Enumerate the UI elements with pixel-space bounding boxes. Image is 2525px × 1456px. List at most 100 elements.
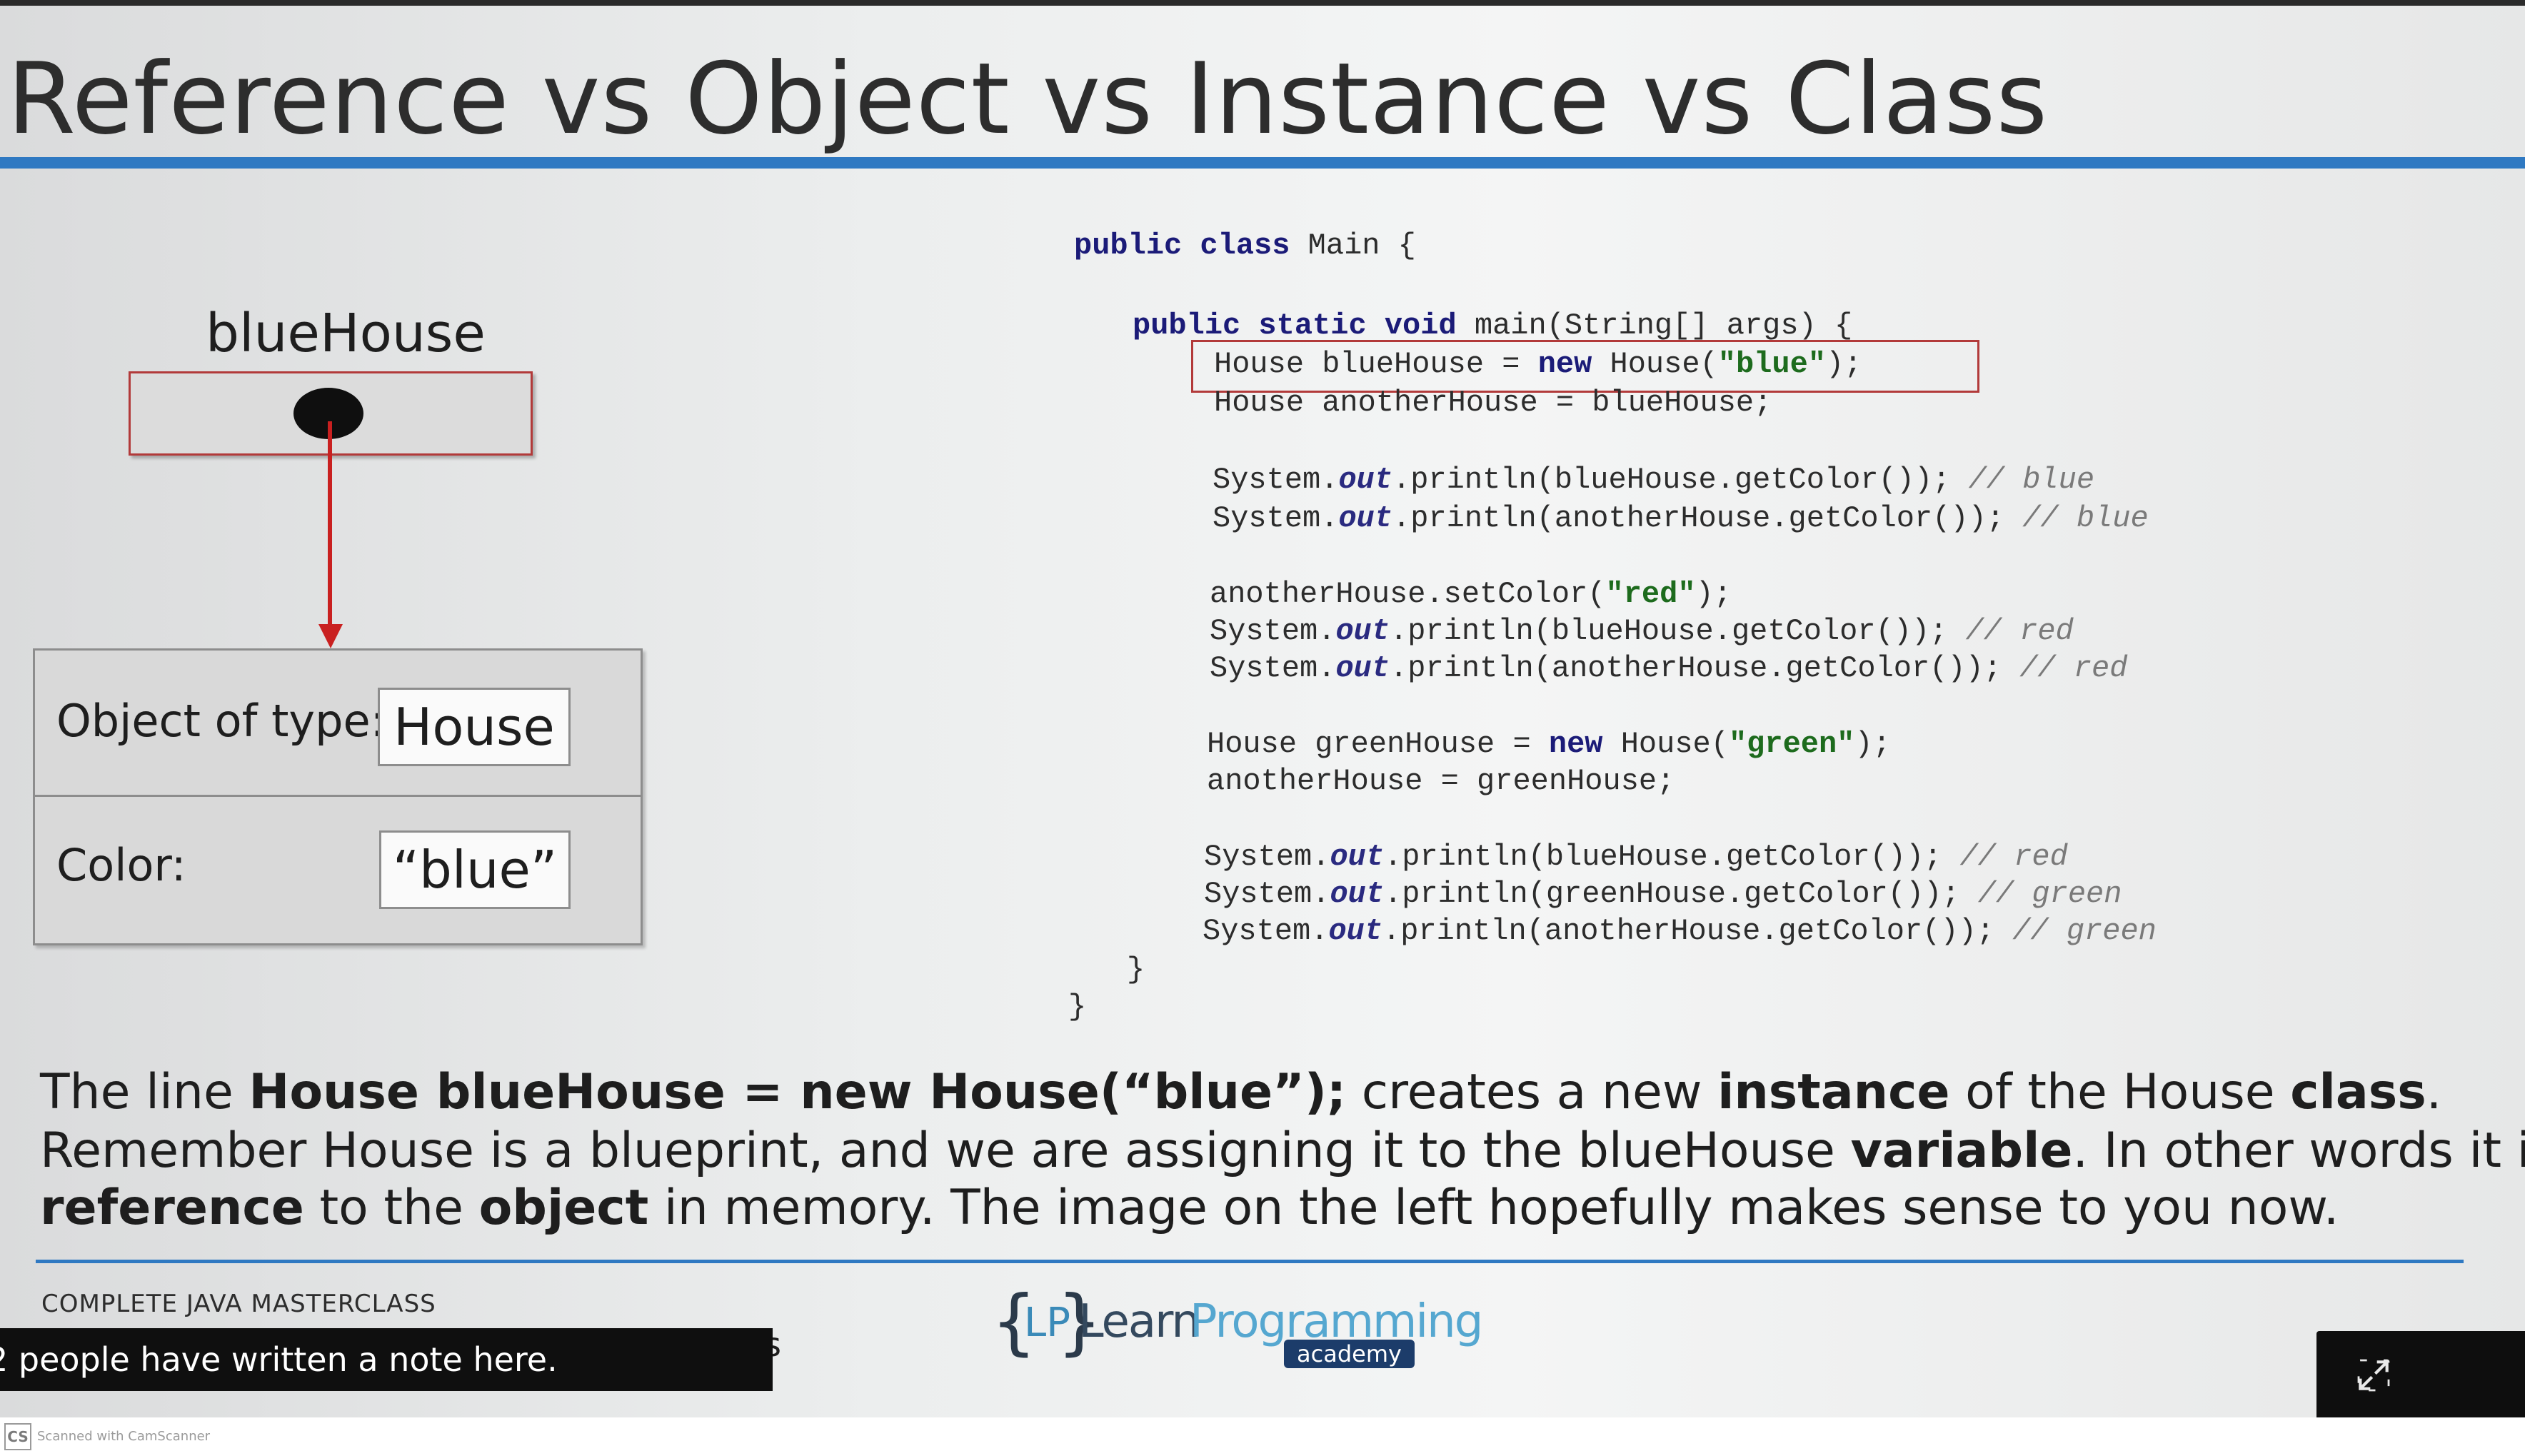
emphasis-text: House blueHouse = new House(“blue”); [249,1064,1347,1120]
code-line: House greenHouse = new House("green"); [1207,727,1891,761]
code-line: public class Main { [1074,229,1416,263]
code-token: } [1127,953,1145,987]
code-line: System.out.println(blueHouse.getColor())… [1210,614,2074,648]
code-token: System. [1213,463,1339,497]
code-token: out [1330,840,1385,874]
emphasis-text: reference [40,1180,304,1236]
code-line: } [1127,953,1145,987]
expand-icon [2357,1359,2390,1392]
body-text: to the [303,1180,479,1236]
code-token: out [1338,463,1393,497]
fullscreen-button[interactable] [2316,1331,2525,1417]
code-token: .println(anotherHouse.getColor()); [1392,501,2023,536]
body-text: The line [40,1064,249,1120]
camscanner-badge: CS [4,1423,31,1450]
code-token: public static void [1133,308,1475,343]
code-token: System. [1204,877,1330,911]
emphasis-text: class [2290,1064,2426,1120]
scanner-watermark-strip: CS Scanned with CamScanner [0,1417,2525,1456]
color-label: Color: [56,839,186,891]
code-token: House blueHouse = [1214,347,1538,381]
code-token: Main { [1307,229,1416,263]
explanation-line: reference to the object in memory. The i… [40,1180,2339,1236]
notes-banner[interactable]: 2 people have written a note here. [0,1328,773,1391]
emphasis-text: instance [1717,1064,1950,1120]
object-row-divider [35,795,641,797]
code-line: public static void main(String[] args) { [1133,308,1852,343]
body-text: Remember House is a blueprint, and we ar… [40,1123,1851,1179]
body-text: . In other words it is a [2072,1123,2525,1179]
code-token: House( [1620,727,1729,761]
code-token: .println(blueHouse.getColor()); [1392,463,1969,497]
reference-arrow-head-icon [318,624,343,648]
code-token: out [1330,877,1385,911]
code-token: System. [1213,501,1339,536]
code-token: out [1335,651,1390,686]
title-divider [0,157,2525,169]
explanation-line: Remember House is a blueprint, and we ar… [40,1123,2525,1179]
code-token: out [1335,614,1390,648]
code-token: // red [1965,614,2074,648]
code-token: // blue [2022,501,2149,536]
code-token: anotherHouse = greenHouse; [1207,764,1675,798]
code-line: System.out.println(anotherHouse.getColor… [1210,651,2127,686]
object-box: Object of type: House Color: “blue” [33,648,643,945]
body-text: of the House [1949,1064,2291,1120]
code-token: out [1328,914,1383,948]
explanation-line: The line House blueHouse = new House(“bl… [40,1064,2441,1120]
code-token: // blue [1968,463,2095,497]
code-line: anotherHouse.setColor("red"); [1210,577,1732,611]
code-line: System.out.println(anotherHouse.getColor… [1213,501,2149,536]
camscanner-text: Scanned with CamScanner [37,1429,211,1444]
code-line: } [1068,990,1086,1024]
code-line: System.out.println(anotherHouse.getColor… [1203,914,2157,948]
code-token: public class [1074,229,1308,263]
code-token: // green [2012,914,2157,948]
code-token: ); [1825,347,1862,381]
color-value: “blue” [379,830,571,909]
object-type-label: Object of type: [56,695,386,747]
code-token: System. [1210,614,1336,648]
reference-label: blueHouse [206,303,486,364]
code-token: anotherHouse.setColor( [1210,577,1606,611]
code-token: ); [1854,727,1891,761]
code-token: } [1068,990,1087,1024]
code-line: House blueHouse = new House("blue"); [1214,347,1862,381]
footer-divider [36,1260,2464,1263]
code-token: House anotherHouse = blueHouse; [1214,386,1772,420]
slide-title: Reference vs Object vs Instance vs Class [7,41,2049,156]
code-token: "green" [1728,727,1855,761]
code-line: anotherHouse = greenHouse; [1207,764,1675,798]
code-token: House( [1610,347,1718,381]
code-token: .println(blueHouse.getColor()); [1390,614,1966,648]
code-token: new [1537,347,1610,381]
body-text: creates a new [1346,1064,1718,1120]
code-token: "blue" [1717,347,1826,381]
code-token: System. [1204,840,1330,874]
code-token: ); [1695,577,1732,611]
code-token: .println(anotherHouse.getColor()); [1390,651,2020,686]
code-token: System. [1210,651,1336,686]
slide: Reference vs Object vs Instance vs Class… [0,0,2525,1417]
logo-academy: academy [1284,1340,1415,1368]
code-token: .println(greenHouse.getColor()); [1384,877,1978,911]
code-token: .println(anotherHouse.getColor()); [1382,914,2013,948]
code-token: // green [1977,877,2122,911]
logo-learn: Learn [1078,1295,1200,1348]
notes-banner-text: 2 people have written a note here. [0,1340,558,1379]
body-text: in memory. The image on the left hopeful… [648,1180,2339,1236]
code-token: out [1338,501,1393,536]
code-token: .println(blueHouse.getColor()); [1384,840,1960,874]
top-edge [0,0,2525,6]
code-token: main(String[] args) { [1474,308,1853,343]
course-name: COMPLETE JAVA MASTERCLASS [41,1290,436,1318]
emphasis-text: variable [1850,1123,2073,1179]
code-token: new [1548,727,1621,761]
reference-arrow-line [328,421,332,628]
code-token: "red" [1605,577,1696,611]
code-token: // red [1959,840,2068,874]
code-token: // red [2019,651,2128,686]
body-text: . [2426,1064,2442,1120]
emphasis-text: object [478,1180,649,1236]
code-line: System.out.println(blueHouse.getColor())… [1204,840,2068,874]
